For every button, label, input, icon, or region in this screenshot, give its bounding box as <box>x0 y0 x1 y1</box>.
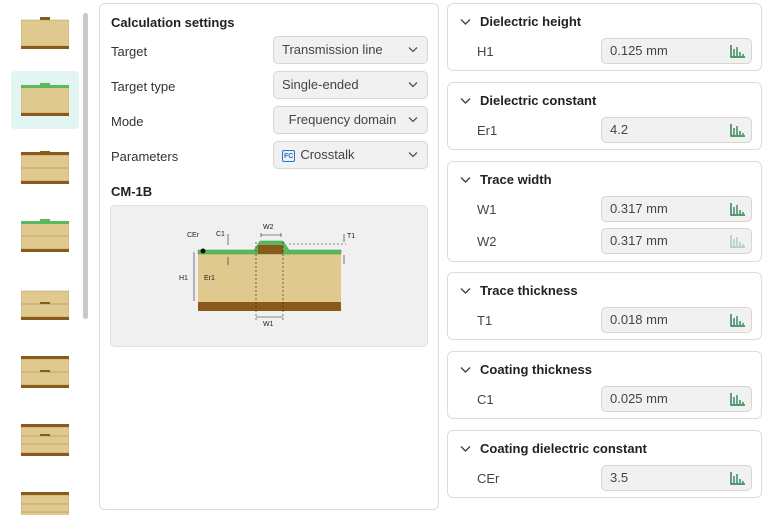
section-header[interactable]: Dielectric height <box>460 14 581 29</box>
cer-field-label: CEr <box>477 471 500 486</box>
section-coating-thickness: Coating thickness C1 0.025 mm <box>447 351 762 419</box>
w2-value: 0.317 mm <box>610 233 668 248</box>
c1-label: C1 <box>216 231 225 238</box>
er1-label: Er1 <box>204 275 215 282</box>
section-header[interactable]: Coating dielectric constant <box>460 441 647 456</box>
stackup-thumbnail-1[interactable] <box>11 4 79 62</box>
chevron-down-icon <box>460 446 471 452</box>
sweep-chart-icon[interactable] <box>730 44 746 58</box>
er1-value: 4.2 <box>610 122 629 137</box>
calculation-settings-panel: Calculation settings Target Transmission… <box>99 3 439 510</box>
h1-input[interactable]: 0.125 mm <box>601 38 752 64</box>
fc-badge-icon: FC <box>282 150 296 162</box>
stackup-thumbnail-6[interactable] <box>11 343 79 401</box>
chevron-down-icon <box>460 19 471 25</box>
sweep-chart-icon[interactable] <box>730 202 746 216</box>
w1-field-label: W1 <box>477 202 497 217</box>
section-title: Coating thickness <box>480 362 592 377</box>
t1-field-label: T1 <box>477 313 493 328</box>
chevron-down-icon <box>460 177 471 183</box>
parameters-value: Crosstalk <box>300 147 355 162</box>
h1-label: H1 <box>179 275 188 282</box>
cross-section-diagram: CEr C1 W2 T1 H1 Er1 W1 <box>110 205 428 347</box>
stackup-thumbnail-4[interactable] <box>11 207 79 265</box>
section-header[interactable]: Coating thickness <box>460 362 592 377</box>
chevron-down-icon <box>460 288 471 294</box>
h1-field-label: H1 <box>477 44 494 59</box>
sweep-chart-icon[interactable] <box>730 392 746 406</box>
mode-value: Frequency domain <box>288 112 397 127</box>
cer-value: 3.5 <box>610 470 629 485</box>
c1-value: 0.025 mm <box>610 391 668 406</box>
stackup-thumbnail-2[interactable] <box>11 71 79 129</box>
er1-field-label: Er1 <box>477 123 498 138</box>
section-header[interactable]: Trace thickness <box>460 283 578 298</box>
section-coating-dielectric-constant: Coating dielectric constant CEr 3.5 <box>447 430 762 498</box>
target-value: Transmission line <box>282 42 383 57</box>
w1-value: 0.317 mm <box>610 201 668 216</box>
stackup-thumbnail-3[interactable] <box>11 139 79 197</box>
chevron-down-icon <box>408 117 418 123</box>
t1-value: 0.018 mm <box>610 312 668 327</box>
mode-select[interactable]: Frequency domain <box>273 106 428 134</box>
sweep-chart-icon[interactable] <box>730 471 746 485</box>
stackup-thumbnail-8[interactable] <box>11 479 79 515</box>
chevron-down-icon <box>460 367 471 373</box>
c1-input[interactable]: 0.025 mm <box>601 386 752 412</box>
panel-title: Calculation settings <box>111 15 235 30</box>
section-header[interactable]: Trace width <box>460 172 552 187</box>
sweep-chart-icon[interactable] <box>730 313 746 327</box>
chevron-down-icon <box>408 47 418 53</box>
c1-field-label: C1 <box>477 392 494 407</box>
target-select[interactable]: Transmission line <box>273 36 428 64</box>
sweep-chart-icon[interactable] <box>730 123 746 137</box>
section-dielectric-height: Dielectric height H1 0.125 mm <box>447 3 762 71</box>
er1-input[interactable]: 4.2 <box>601 117 752 143</box>
section-header[interactable]: Dielectric constant <box>460 93 596 108</box>
t1-input[interactable]: 0.018 mm <box>601 307 752 333</box>
section-title: Dielectric constant <box>480 93 597 108</box>
section-title: Trace width <box>480 172 552 187</box>
mode-label: Mode <box>111 114 144 129</box>
section-trace-thickness: Trace thickness T1 0.018 mm <box>447 272 762 340</box>
stackup-thumbnail-5[interactable] <box>11 275 79 333</box>
thumbnail-scrollbar[interactable] <box>83 13 88 319</box>
section-title: Trace thickness <box>480 283 578 298</box>
target-type-value: Single-ended <box>282 77 359 92</box>
cer-input[interactable]: 3.5 <box>601 465 752 491</box>
stackup-thumbnail-7[interactable] <box>11 411 79 469</box>
target-type-label: Target type <box>111 79 176 94</box>
section-dielectric-constant: Dielectric constant Er1 4.2 <box>447 82 762 150</box>
cer-label: CEr <box>187 232 200 239</box>
model-name: CM-1B <box>111 184 153 199</box>
chevron-down-icon <box>408 82 418 88</box>
section-trace-width: Trace width W1 0.317 mm W2 0.317 mm <box>447 161 762 262</box>
stackup-thumbnail-list <box>0 0 92 515</box>
w2-label: W2 <box>263 224 274 231</box>
t1-label: T1 <box>347 233 355 240</box>
parameters-label: Parameters <box>111 149 179 164</box>
sweep-chart-icon <box>730 235 745 248</box>
w2-field-label: W2 <box>477 234 497 249</box>
parameters-select[interactable]: FC Crosstalk <box>273 141 428 169</box>
chevron-down-icon <box>408 152 418 158</box>
target-label: Target <box>111 44 148 59</box>
w2-input[interactable]: 0.317 mm <box>601 228 752 254</box>
coating-point-marker <box>200 248 206 254</box>
w1-label: W1 <box>263 321 274 328</box>
section-title: Dielectric height <box>480 14 582 29</box>
h1-value: 0.125 mm <box>610 43 668 58</box>
chevron-down-icon <box>460 98 471 104</box>
target-type-select[interactable]: Single-ended <box>273 71 428 99</box>
section-title: Coating dielectric constant <box>480 441 647 456</box>
w1-input[interactable]: 0.317 mm <box>601 196 752 222</box>
